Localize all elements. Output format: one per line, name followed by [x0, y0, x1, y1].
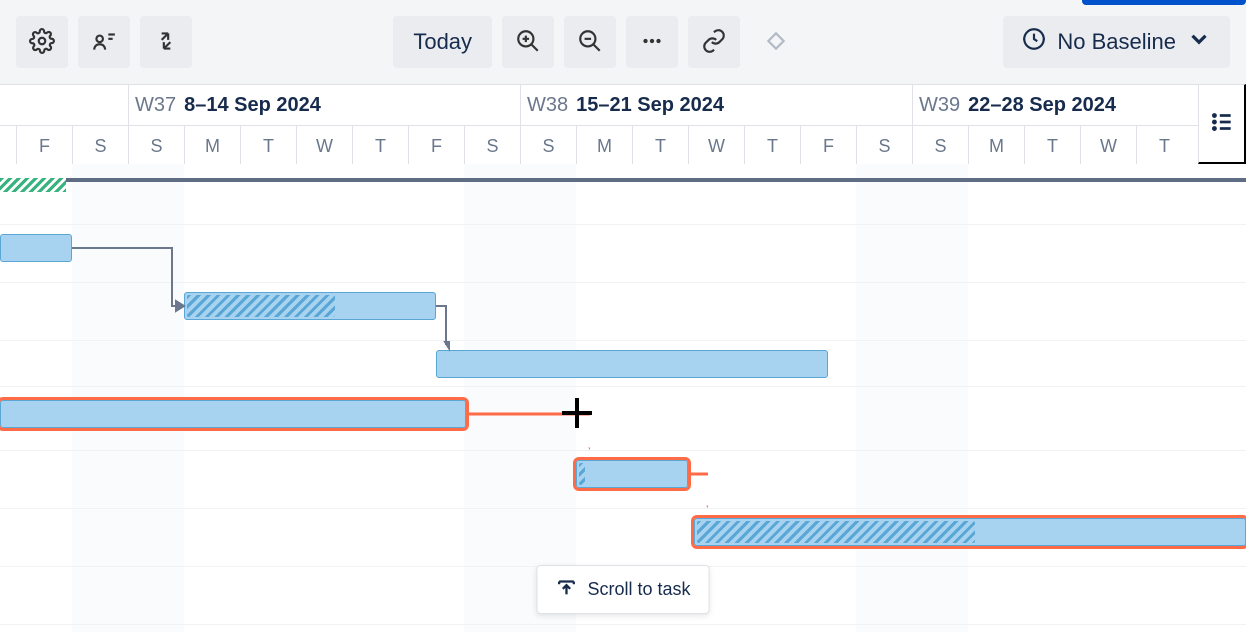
zoom-out-icon [577, 28, 603, 57]
week-header: W378–14 Sep 2024 [128, 85, 321, 125]
day-header: T [352, 126, 408, 166]
weekend-band [464, 164, 576, 632]
collapse-icon [153, 28, 179, 57]
row-divider [0, 282, 1246, 283]
link-button[interactable] [688, 16, 740, 68]
task-bar[interactable] [0, 234, 72, 262]
day-header: S [856, 126, 912, 166]
day-header: S [464, 126, 520, 166]
team-icon [91, 28, 117, 57]
day-header: F [800, 126, 856, 166]
settings-button[interactable] [16, 16, 68, 68]
day-header: T [1136, 126, 1192, 166]
task-bar[interactable] [576, 460, 688, 488]
week-row: W378–14 Sep 2024 W3815–21 Sep 2024 W3922–2… [0, 85, 1198, 125]
timeline-header: W378–14 Sep 2024 W3815–21 Sep 2024 W3922–2… [0, 84, 1198, 164]
gear-icon [29, 28, 55, 57]
summary-line [0, 178, 1246, 182]
toolbar: Today No Baseline [0, 0, 1246, 84]
milestone-button[interactable] [750, 16, 802, 68]
zoom-in-icon [515, 28, 541, 57]
day-header: T [632, 126, 688, 166]
day-header: W [1080, 126, 1136, 166]
diamond-icon [763, 28, 789, 57]
task-progress [579, 463, 585, 485]
summary-bar[interactable] [0, 178, 66, 192]
chevron-down-icon [1186, 26, 1212, 58]
scroll-to-task-icon [555, 576, 577, 603]
day-header: M [576, 126, 632, 166]
task-bar[interactable] [184, 292, 436, 320]
day-header: M [184, 126, 240, 166]
row-divider [0, 508, 1246, 509]
baseline-icon [1021, 26, 1047, 58]
scroll-to-task-button[interactable]: Scroll to task [536, 565, 709, 614]
link-icon [701, 28, 727, 57]
day-header: W [296, 126, 352, 166]
gantt-chart[interactable]: Scroll to task [0, 164, 1246, 632]
zoom-out-button[interactable] [564, 16, 616, 68]
more-icon [639, 28, 665, 57]
more-button[interactable] [626, 16, 678, 68]
week-header: W3815–21 Sep 2024 [520, 85, 724, 125]
day-header: S [72, 126, 128, 166]
day-row: FSSMTWTFSSMTWTFSSMTWT [0, 125, 1198, 165]
team-button[interactable] [78, 16, 130, 68]
day-header: T [1024, 126, 1080, 166]
row-divider [0, 386, 1246, 387]
list-icon [1209, 109, 1235, 138]
day-header: F [16, 126, 72, 166]
toggle-panel-button[interactable] [1198, 84, 1246, 164]
scroll-to-task-label: Scroll to task [587, 579, 690, 600]
collapse-button[interactable] [140, 16, 192, 68]
day-header: M [968, 126, 1024, 166]
task-progress [697, 521, 975, 543]
task-bar[interactable] [694, 518, 1246, 546]
day-header: T [744, 126, 800, 166]
day-header: F [408, 126, 464, 166]
row-divider [0, 624, 1246, 625]
task-bar[interactable] [436, 350, 828, 378]
today-button[interactable]: Today [393, 16, 492, 68]
weekend-band [72, 164, 184, 632]
task-progress [187, 295, 335, 317]
day-header: S [912, 126, 968, 166]
row-divider [0, 450, 1246, 451]
day-header: S [520, 126, 576, 166]
row-divider [0, 340, 1246, 341]
week-header: W3922–28 Sep 2024 [912, 85, 1116, 125]
task-bar[interactable] [0, 400, 466, 428]
zoom-in-button[interactable] [502, 16, 554, 68]
day-header: S [128, 126, 184, 166]
baseline-dropdown[interactable]: No Baseline [1003, 16, 1230, 68]
top-accent [1082, 0, 1246, 5]
day-header: W [688, 126, 744, 166]
baseline-label: No Baseline [1057, 29, 1176, 55]
row-divider [0, 224, 1246, 225]
weekend-band [856, 164, 968, 632]
day-header: T [240, 126, 296, 166]
